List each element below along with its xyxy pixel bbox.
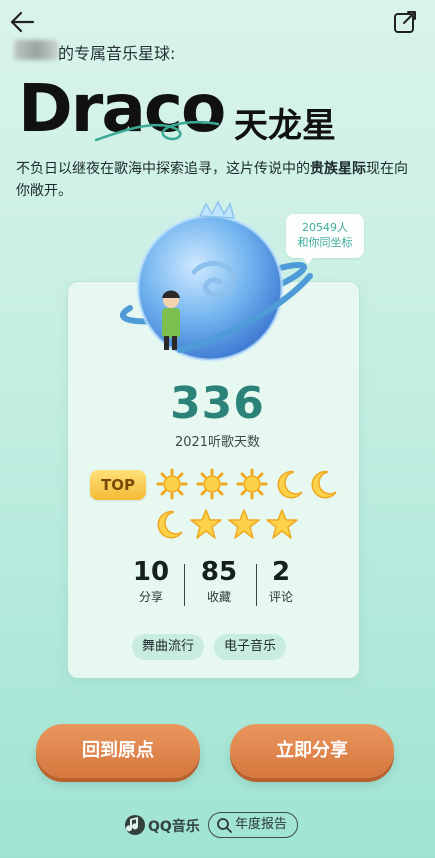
sun-icon	[236, 468, 268, 500]
annual-report-label: 年度报告	[235, 817, 288, 832]
stat-favorites: 85 收藏	[184, 556, 254, 606]
share-external-icon[interactable]	[389, 6, 421, 38]
back-to-origin-button[interactable]: 回到原点	[36, 724, 200, 778]
sun-icon	[196, 468, 228, 500]
comments-label: 评论	[268, 590, 293, 604]
constellation-chinese-name: 天龙星	[234, 106, 336, 146]
top-bar	[0, 0, 435, 44]
sun-icon	[156, 468, 188, 500]
back-arrow-icon[interactable]	[6, 6, 38, 38]
bubble-label: 和你同坐标	[297, 236, 353, 249]
genre-tag: 舞曲流行	[132, 634, 205, 660]
listening-days-label: 2021听歌天数	[174, 435, 261, 450]
stat-comments: 2 评论	[246, 556, 316, 606]
bubble-count: 20549人	[302, 221, 348, 234]
star-icon	[228, 509, 260, 539]
planet-description: 不负日以继夜在歌海中探索追寻，这片传说中的贵族星际现在向你敞开。	[16, 158, 420, 202]
username-blurred	[14, 40, 58, 60]
favorites-count: 85	[200, 557, 238, 587]
moon-icon	[311, 470, 337, 499]
star-icon	[190, 509, 222, 539]
planet-subtitle: 的专属音乐星球:	[58, 44, 176, 63]
annual-report-button[interactable]: 年度报告	[208, 812, 299, 838]
search-icon	[217, 818, 232, 833]
share-label: 分享	[138, 590, 163, 604]
decorative-swirl-icon	[94, 120, 220, 142]
coordinate-bubble: 20549人 和你同坐标	[286, 214, 364, 264]
stat-share: 10 分享	[116, 556, 186, 606]
description-highlight: 贵族星际	[310, 161, 366, 177]
genre-tag: 电子音乐	[214, 634, 287, 660]
moon-icon	[157, 510, 183, 539]
brand-name: QQ音乐	[148, 819, 200, 835]
share-count: 10	[132, 557, 170, 587]
top-badge: TOP	[90, 470, 146, 500]
favorites-label: 收藏	[206, 590, 231, 604]
qq-music-logo-icon	[125, 815, 145, 835]
listening-days-value: 336	[170, 378, 265, 429]
star-icon	[266, 509, 298, 539]
moon-icon	[277, 470, 303, 499]
footer: QQ音乐 年度报告	[0, 810, 435, 840]
comments-count: 2	[271, 557, 291, 587]
interaction-stats: 10 分享 85 收藏 2 评论	[116, 556, 328, 612]
share-now-button[interactable]: 立即分享	[230, 724, 394, 778]
description-text: 不负日以继夜在歌海中探索追寻，这片传说中的	[16, 161, 310, 177]
